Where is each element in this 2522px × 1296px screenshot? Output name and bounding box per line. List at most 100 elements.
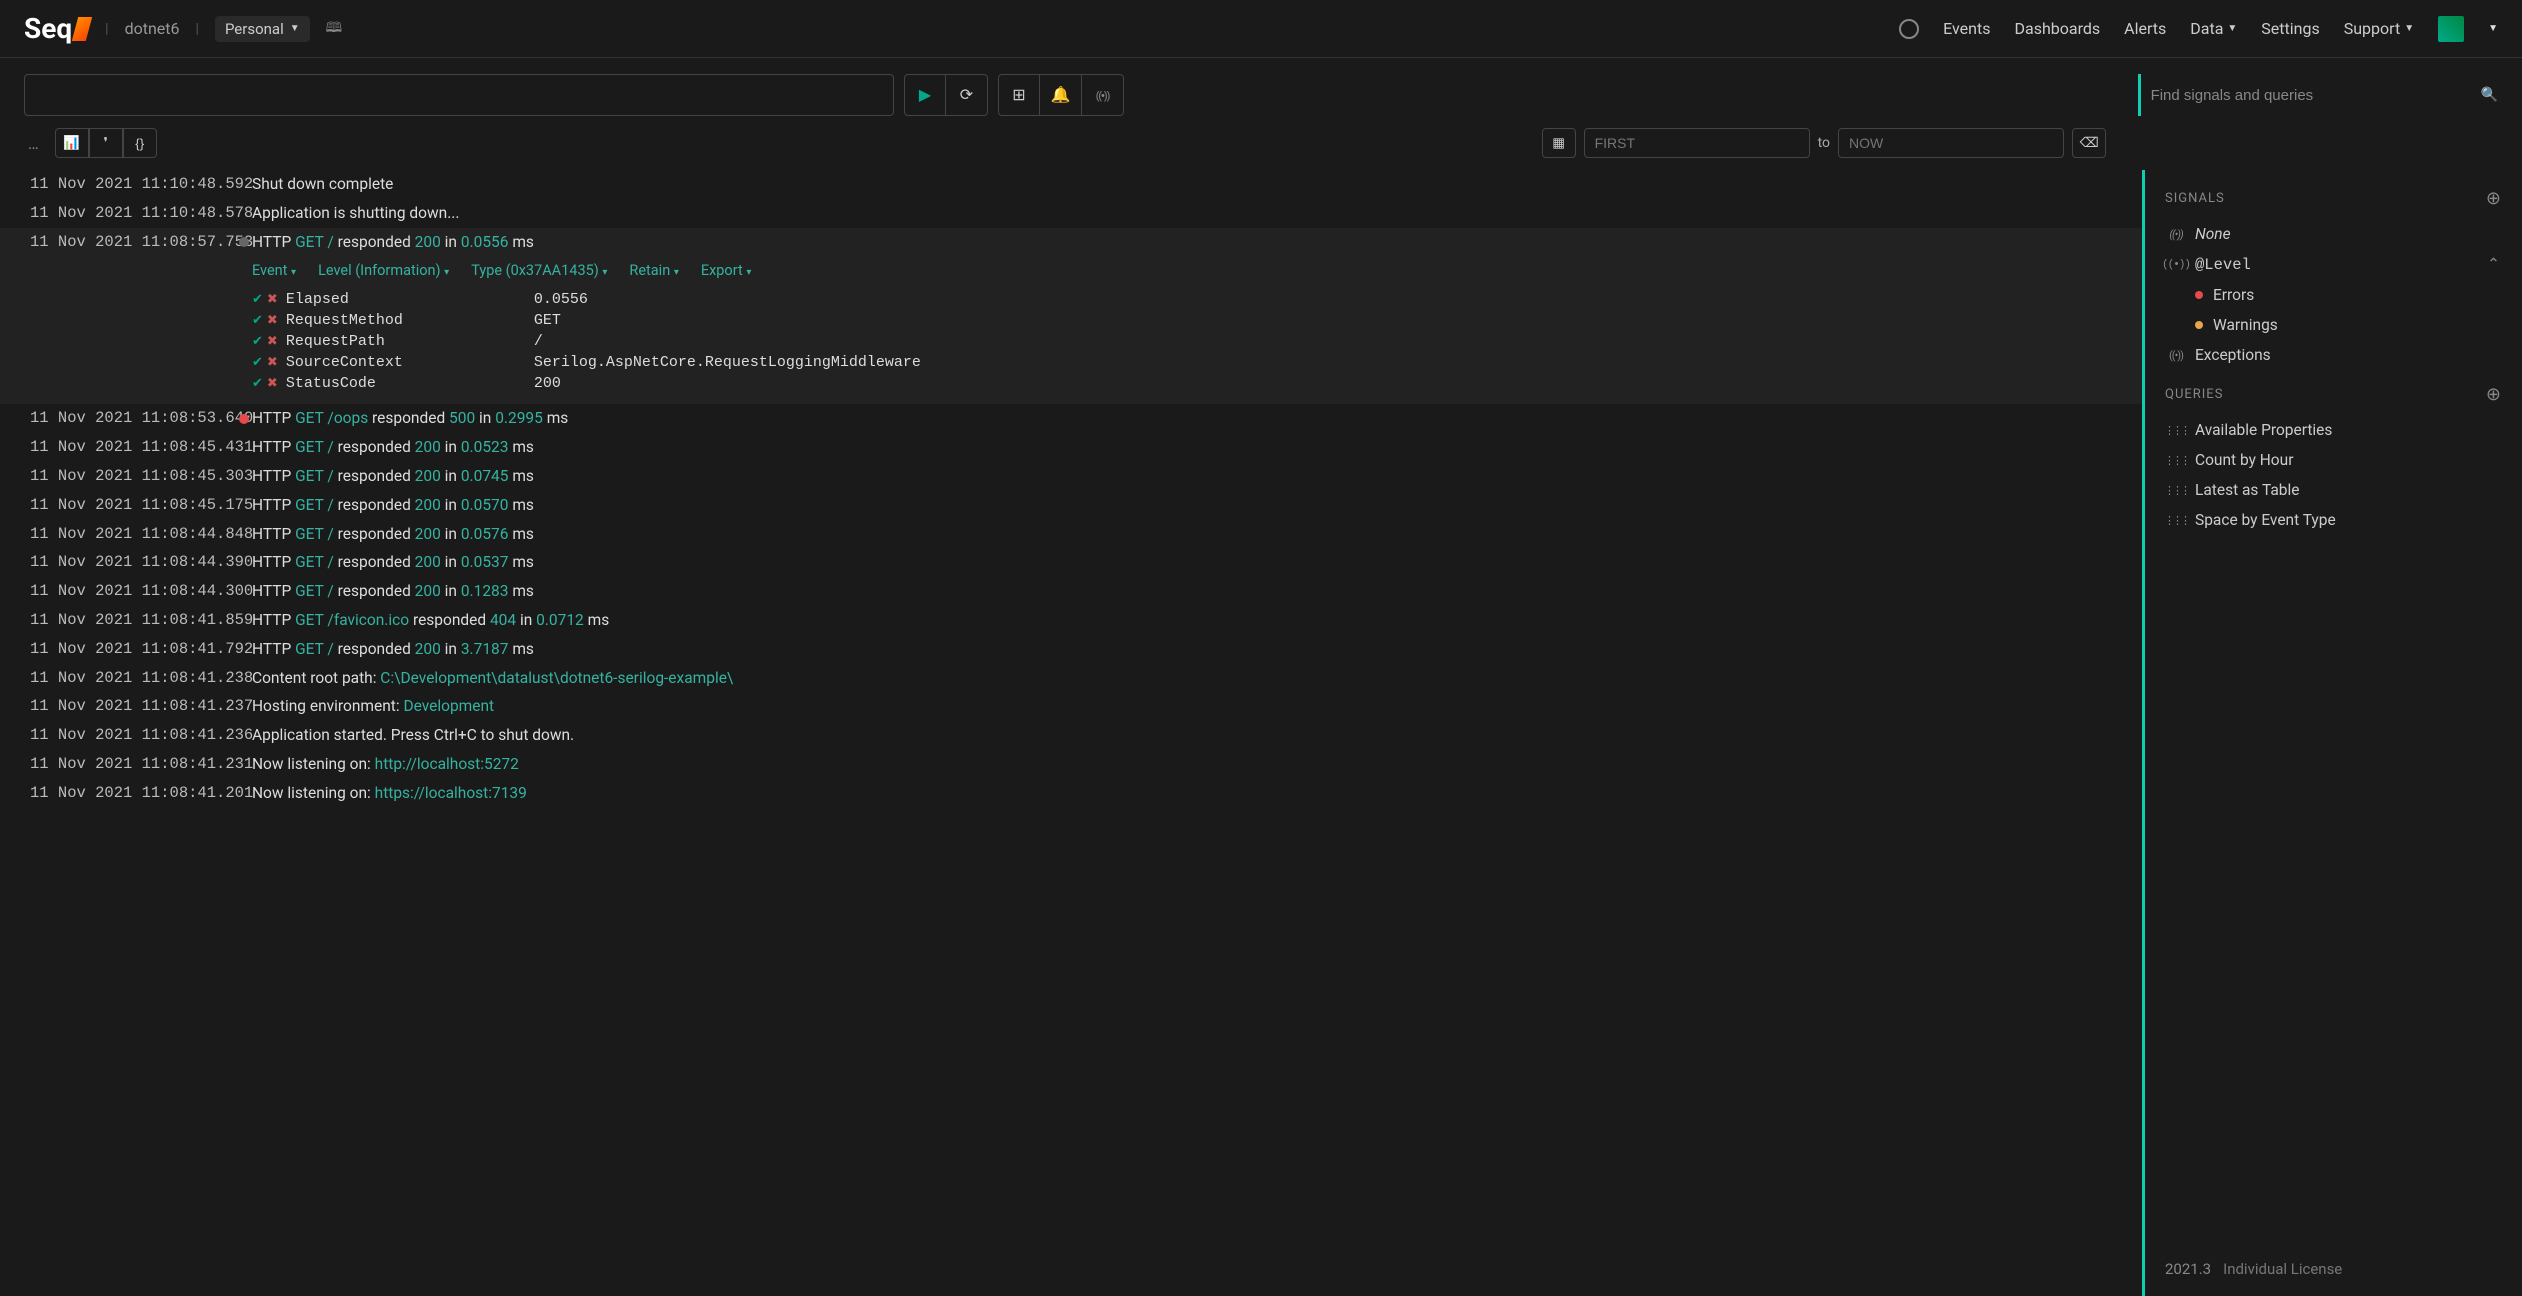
event-row[interactable]: 11 Nov 2021 11:10:48.592Shut down comple… <box>0 170 2142 199</box>
stream-button[interactable] <box>1082 74 1124 116</box>
chart-button[interactable]: 📊 <box>55 128 89 158</box>
bookmark-icon[interactable]: 🕮 <box>326 17 343 41</box>
property-value[interactable]: GET <box>534 312 561 329</box>
logo-text: Seq <box>24 12 72 45</box>
detail-menu-event[interactable]: Event ▾ <box>252 262 296 279</box>
property-key[interactable]: RequestMethod <box>286 312 526 329</box>
property-value[interactable]: 200 <box>534 375 561 392</box>
nav-dashboards[interactable]: Dashboards <box>2014 19 2100 38</box>
detail-menu-export[interactable]: Export ▾ <box>701 262 752 279</box>
event-row[interactable]: 11 Nov 2021 11:08:57.753HTTP GET / respo… <box>0 228 2142 257</box>
braces-button[interactable]: {} <box>123 128 157 158</box>
query-input[interactable] <box>24 74 894 116</box>
signals-search-input[interactable] <box>2151 74 2471 116</box>
user-menu-chevron-icon[interactable]: ▼ <box>2488 23 2498 34</box>
event-row[interactable]: 11 Nov 2021 11:08:45.303HTTP GET / respo… <box>0 462 2142 491</box>
event-timestamp: 11 Nov 2021 11:08:41.201 <box>30 781 236 806</box>
event-timestamp: 11 Nov 2021 11:08:44.300 <box>30 579 236 604</box>
include-icon[interactable]: ✔ <box>252 376 263 391</box>
signal-warnings[interactable]: Warnings <box>2165 310 2502 340</box>
run-query-button[interactable]: ▶ <box>904 74 946 116</box>
calendar-button[interactable]: ▦ <box>1542 128 1576 158</box>
theme-toggle-icon[interactable] <box>1899 19 1919 39</box>
event-row[interactable]: 11 Nov 2021 11:08:41.792HTTP GET / respo… <box>0 635 2142 664</box>
include-icon[interactable]: ✔ <box>252 292 263 307</box>
query-item[interactable]: Latest as Table <box>2165 475 2502 505</box>
event-row[interactable]: 11 Nov 2021 11:08:44.300HTTP GET / respo… <box>0 577 2142 606</box>
include-icon[interactable]: ✔ <box>252 355 263 370</box>
event-marker <box>236 493 252 518</box>
sub-toolbar: … 📊 ❜ {} ▦ to ⌫ <box>0 124 2522 170</box>
property-key[interactable]: SourceContext <box>286 354 526 371</box>
query-item[interactable]: Count by Hour <box>2165 445 2502 475</box>
property-row: ✔ ✖ RequestMethod GET <box>252 310 2118 331</box>
exclude-icon[interactable]: ✖ <box>267 334 278 349</box>
exclude-icon[interactable]: ✖ <box>267 376 278 391</box>
include-icon[interactable]: ✔ <box>252 313 263 328</box>
event-row[interactable]: 11 Nov 2021 11:08:41.237Hosting environm… <box>0 692 2142 721</box>
event-row[interactable]: 11 Nov 2021 11:08:45.175HTTP GET / respo… <box>0 491 2142 520</box>
workspace-selector[interactable]: Personal ▼ <box>215 16 310 42</box>
queries-heading: QUERIES <box>2165 387 2223 402</box>
license-label[interactable]: Individual License <box>2223 1260 2342 1278</box>
signal-errors[interactable]: Errors <box>2165 280 2502 310</box>
event-row[interactable]: 11 Nov 2021 11:08:41.236Application star… <box>0 721 2142 750</box>
property-key[interactable]: Elapsed <box>286 291 526 308</box>
detail-menu-retain[interactable]: Retain ▾ <box>629 262 678 279</box>
property-value[interactable]: / <box>534 333 543 350</box>
signal-icon <box>2167 259 2185 271</box>
nav-data[interactable]: Data ▼ <box>2190 19 2237 38</box>
avatar[interactable] <box>2438 16 2464 42</box>
event-row[interactable]: 11 Nov 2021 11:08:45.431HTTP GET / respo… <box>0 433 2142 462</box>
property-value[interactable]: 0.0556 <box>534 291 588 308</box>
event-row[interactable]: 11 Nov 2021 11:10:48.578Application is s… <box>0 199 2142 228</box>
alerts-button[interactable]: 🔔 <box>1040 74 1082 116</box>
exclude-icon[interactable]: ✖ <box>267 292 278 307</box>
nav-events[interactable]: Events <box>1943 19 1990 38</box>
signal-exceptions[interactable]: Exceptions <box>2165 340 2502 370</box>
grid-icon <box>2167 484 2185 497</box>
property-key[interactable]: RequestPath <box>286 333 526 350</box>
exclude-icon[interactable]: ✖ <box>267 355 278 370</box>
breadcrumb[interactable]: dotnet6 <box>125 19 180 38</box>
time-to-input[interactable] <box>1838 128 2064 158</box>
refresh-button[interactable]: ⟳ <box>946 74 988 116</box>
version-label[interactable]: 2021.3 <box>2165 1260 2211 1278</box>
search-icon[interactable]: 🔍 <box>2481 87 2498 103</box>
event-row[interactable]: 11 Nov 2021 11:08:41.231Now listening on… <box>0 750 2142 779</box>
event-row[interactable]: 11 Nov 2021 11:08:44.848HTTP GET / respo… <box>0 520 2142 549</box>
chevron-down-icon: ▾ <box>444 267 449 278</box>
include-icon[interactable]: ✔ <box>252 334 263 349</box>
event-row[interactable]: 11 Nov 2021 11:08:41.201Now listening on… <box>0 779 2142 808</box>
property-row: ✔ ✖ RequestPath / <box>252 331 2118 352</box>
chevron-up-icon[interactable]: ⌃ <box>2487 255 2500 274</box>
signal-none[interactable]: None <box>2165 219 2502 249</box>
add-signal-button[interactable]: ⊕ <box>2486 188 2502 209</box>
query-item[interactable]: Space by Event Type <box>2165 505 2502 535</box>
event-timestamp: 11 Nov 2021 11:08:41.859 <box>30 608 236 633</box>
property-key[interactable]: StatusCode <box>286 375 526 392</box>
event-row[interactable]: 11 Nov 2021 11:08:41.238Content root pat… <box>0 664 2142 693</box>
nav-alerts[interactable]: Alerts <box>2124 19 2166 38</box>
property-row: ✔ ✖ Elapsed 0.0556 <box>252 289 2118 310</box>
event-row[interactable]: 11 Nov 2021 11:08:53.640HTTP GET /oops r… <box>0 404 2142 433</box>
logo[interactable]: Seq <box>24 12 89 45</box>
add-to-dashboard-button[interactable]: ⊞ <box>998 74 1040 116</box>
event-row[interactable]: 11 Nov 2021 11:08:41.859HTTP GET /favico… <box>0 606 2142 635</box>
time-from-input[interactable] <box>1584 128 1810 158</box>
event-row[interactable]: 11 Nov 2021 11:08:44.390HTTP GET / respo… <box>0 548 2142 577</box>
add-query-button[interactable]: ⊕ <box>2486 384 2502 405</box>
signal-level[interactable]: @Level ⌃ <box>2165 249 2502 280</box>
property-value[interactable]: Serilog.AspNetCore.RequestLoggingMiddlew… <box>534 354 921 371</box>
nav-settings[interactable]: Settings <box>2261 19 2319 38</box>
nav-support[interactable]: Support ▼ <box>2344 19 2414 38</box>
event-timestamp: 11 Nov 2021 11:08:41.238 <box>30 666 236 691</box>
exclude-icon[interactable]: ✖ <box>267 313 278 328</box>
detail-menu-type[interactable]: Type (0x37AA1435) ▾ <box>471 262 607 279</box>
query-item[interactable]: Available Properties <box>2165 415 2502 445</box>
quote-button[interactable]: ❜ <box>89 128 123 158</box>
detail-menu-level[interactable]: Level (Information) ▾ <box>318 262 449 279</box>
event-marker <box>236 406 252 431</box>
clear-time-button[interactable]: ⌫ <box>2072 128 2106 158</box>
event-marker <box>236 201 252 226</box>
